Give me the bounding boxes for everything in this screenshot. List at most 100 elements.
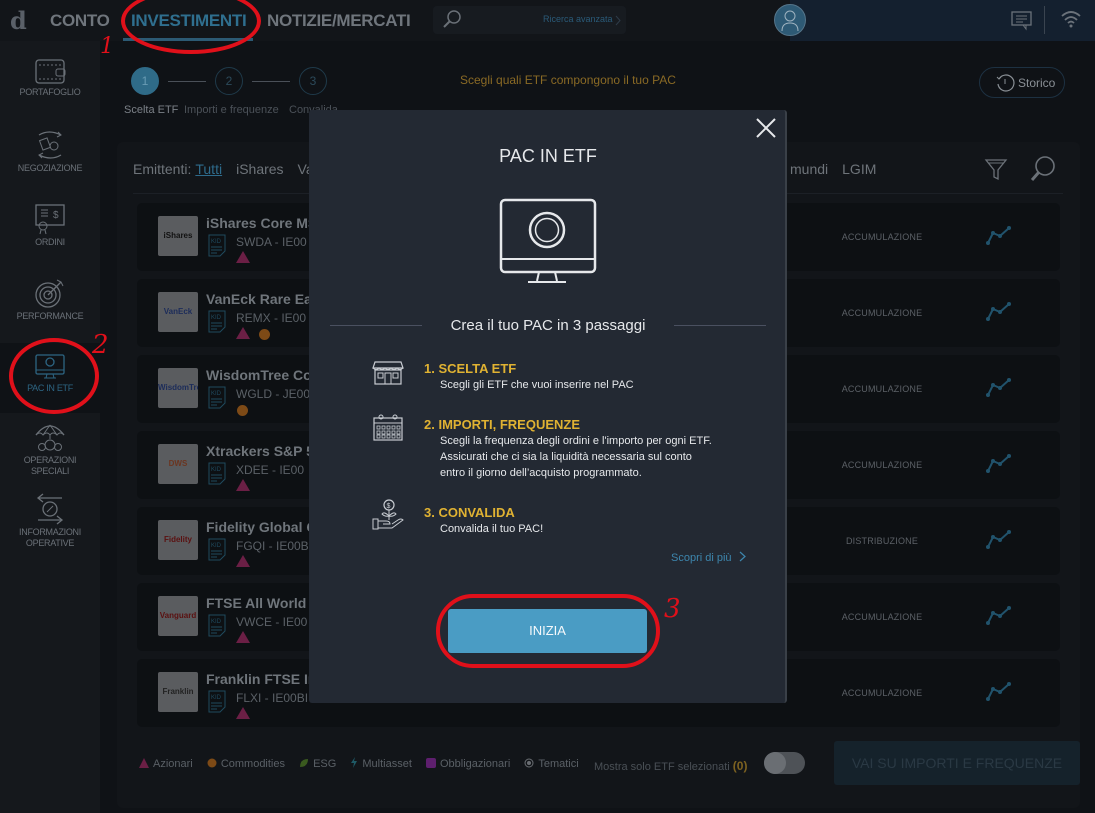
line-chart-icon[interactable] [986, 301, 1012, 321]
sidebar-item-operazioni-speciali[interactable]: OPERAZIONI SPECIALI [0, 421, 100, 477]
svg-text:$: $ [53, 210, 59, 221]
line-chart-icon[interactable] [986, 681, 1012, 701]
etf-ticker-isin: FGQI - IE00B [236, 539, 309, 553]
legend-label: ESG [313, 758, 337, 770]
etf-dividend-policy: DISTRIBUZIONE [845, 536, 919, 546]
issuer-amundi[interactable]: mundi [790, 161, 828, 177]
issuer-ishares[interactable]: iShares [236, 161, 283, 177]
kid-document-icon[interactable]: KID [208, 386, 226, 409]
line-chart-icon[interactable] [986, 453, 1012, 473]
advanced-search-link[interactable]: Ricerca avanzata [543, 14, 613, 24]
etf-issuer-logo: VanEck [158, 292, 198, 332]
wallet-icon [35, 59, 66, 84]
etf-issuer-logo: WisdomTree [158, 368, 198, 408]
etf-name[interactable]: Franklin FTSE In [206, 671, 316, 687]
etf-name[interactable]: WisdomTree Co [206, 367, 312, 383]
search-icon [443, 10, 461, 28]
go-to-amounts-button[interactable]: VAI SU IMPORTI E FREQUENZE [834, 741, 1080, 785]
azionari-marker-icon [236, 251, 250, 263]
etf-name[interactable]: VanEck Rare Ear [206, 291, 317, 307]
target-icon [35, 279, 64, 308]
kid-document-icon[interactable]: KID [208, 538, 226, 561]
step-connector [252, 81, 290, 82]
kid-document-icon[interactable]: KID [208, 462, 226, 485]
legend-label: Obbligazionari [439, 758, 511, 770]
sidebar-item-informazioni-operative[interactable]: INFORMAZIONI OPERATIVE [0, 493, 100, 549]
annotation-circle-1 [121, 0, 261, 54]
calendar-icon [373, 414, 403, 441]
annotation-circle-3 [436, 594, 660, 668]
step-instruction: Scegli quali ETF compongono il tuo PAC [460, 73, 676, 87]
sidebar-item-portafoglio[interactable]: PORTAFOGLIO [0, 57, 100, 98]
legend-label: Tematici [538, 758, 579, 770]
step-connector [168, 81, 206, 82]
azionari-marker-icon [236, 327, 250, 339]
step-1-label: Scelta ETF [124, 104, 179, 116]
learn-more-link[interactable]: Scopri di più [671, 551, 746, 564]
app-logo[interactable]: d [10, 6, 27, 35]
annotation-number-2: 2 [92, 330, 109, 360]
only-selected-toggle[interactable] [764, 752, 805, 774]
sidebar-label: PORTAFOGLIO [19, 87, 81, 97]
line-chart-icon[interactable] [986, 529, 1012, 549]
modal-step-1-text: Scegli gli ETF che vuoi inserire nel PAC [440, 379, 634, 391]
svg-text:KID: KID [211, 315, 222, 321]
sidebar: PORTAFOGLIO NEGOZIAZIONE $ ORDINI PERFOR… [0, 41, 100, 813]
etf-name[interactable]: Fidelity Global C [206, 519, 316, 535]
history-icon [996, 74, 1015, 92]
legend-obbligazionari: Obbligazionari [425, 758, 511, 770]
sidebar-label: ORDINI [35, 237, 65, 247]
step-2-indicator[interactable]: 2 [215, 67, 243, 95]
step-2-label: Importi e frequenze [184, 104, 279, 116]
legend-label: Multiasset [362, 758, 412, 770]
annotation-number-1: 1 [100, 34, 114, 59]
line-chart-icon[interactable] [986, 225, 1012, 245]
modal-title: PAC IN ETF [499, 146, 597, 166]
kid-document-icon[interactable]: KID [208, 690, 226, 713]
bolt-icon [351, 757, 358, 768]
only-selected-filter: Mostra solo ETF selezionati (0) [594, 759, 747, 773]
modal-step-2-title: 2. IMPORTI, FREQUENZE [424, 417, 581, 432]
nav-conto[interactable]: CONTO [50, 11, 110, 31]
kid-document-icon[interactable]: KID [208, 310, 226, 333]
commodities-marker-icon [237, 405, 248, 416]
triangle-icon [139, 758, 149, 768]
etf-name[interactable]: Xtrackers S&P 5 [206, 443, 314, 459]
sidebar-label-line2: OPERATIVE [25, 538, 75, 548]
modal-step-1-title: 1. SCELTA ETF [424, 361, 517, 376]
nav-notizie-mercati[interactable]: NOTIZIE/MERCATI [267, 11, 411, 31]
target-dot-icon [524, 758, 534, 768]
sidebar-label-line2: SPECIALI [30, 466, 70, 476]
issuer-lgim[interactable]: LGIM [842, 161, 876, 177]
etf-ticker-isin: VWCE - IE00 [236, 615, 308, 629]
etf-name[interactable]: FTSE All World U [206, 595, 320, 611]
line-chart-icon[interactable] [986, 377, 1012, 397]
step-1-indicator[interactable]: 1 [131, 67, 159, 95]
search-icon[interactable] [1029, 155, 1057, 183]
etf-name[interactable]: iShares Core MS [206, 215, 317, 231]
monitor-chart-icon [499, 198, 597, 283]
legend-esg: ESG [299, 758, 336, 770]
svg-text:KID: KID [211, 543, 222, 549]
filter-icon[interactable] [984, 157, 1008, 181]
close-icon[interactable] [755, 117, 777, 139]
kid-document-icon[interactable]: KID [208, 614, 226, 637]
chat-icon[interactable] [1011, 11, 1033, 31]
sidebar-label-line1: OPERAZIONI [23, 455, 77, 465]
legend-label: Azionari [153, 758, 193, 770]
kid-document-icon[interactable]: KID [208, 234, 226, 257]
history-button[interactable]: Storico [979, 67, 1065, 98]
search-box[interactable]: Ricerca avanzata [433, 6, 626, 34]
step-3-indicator[interactable]: 3 [299, 67, 327, 95]
wifi-icon[interactable] [1060, 10, 1082, 28]
legend-commodities: Commodities [207, 758, 285, 770]
learn-more-label: Scopri di più [671, 552, 732, 564]
sidebar-item-ordini[interactable]: $ ORDINI [0, 203, 100, 248]
sidebar-item-performance[interactable]: PERFORMANCE [0, 277, 100, 322]
etf-dividend-policy: ACCUMULAZIONE [841, 688, 923, 698]
line-chart-icon[interactable] [986, 605, 1012, 625]
issuer-tutti[interactable]: Tutti [195, 161, 222, 177]
avatar[interactable] [774, 4, 806, 36]
etf-dividend-policy: ACCUMULAZIONE [841, 308, 923, 318]
sidebar-item-negoziazione[interactable]: NEGOZIAZIONE [0, 129, 100, 174]
